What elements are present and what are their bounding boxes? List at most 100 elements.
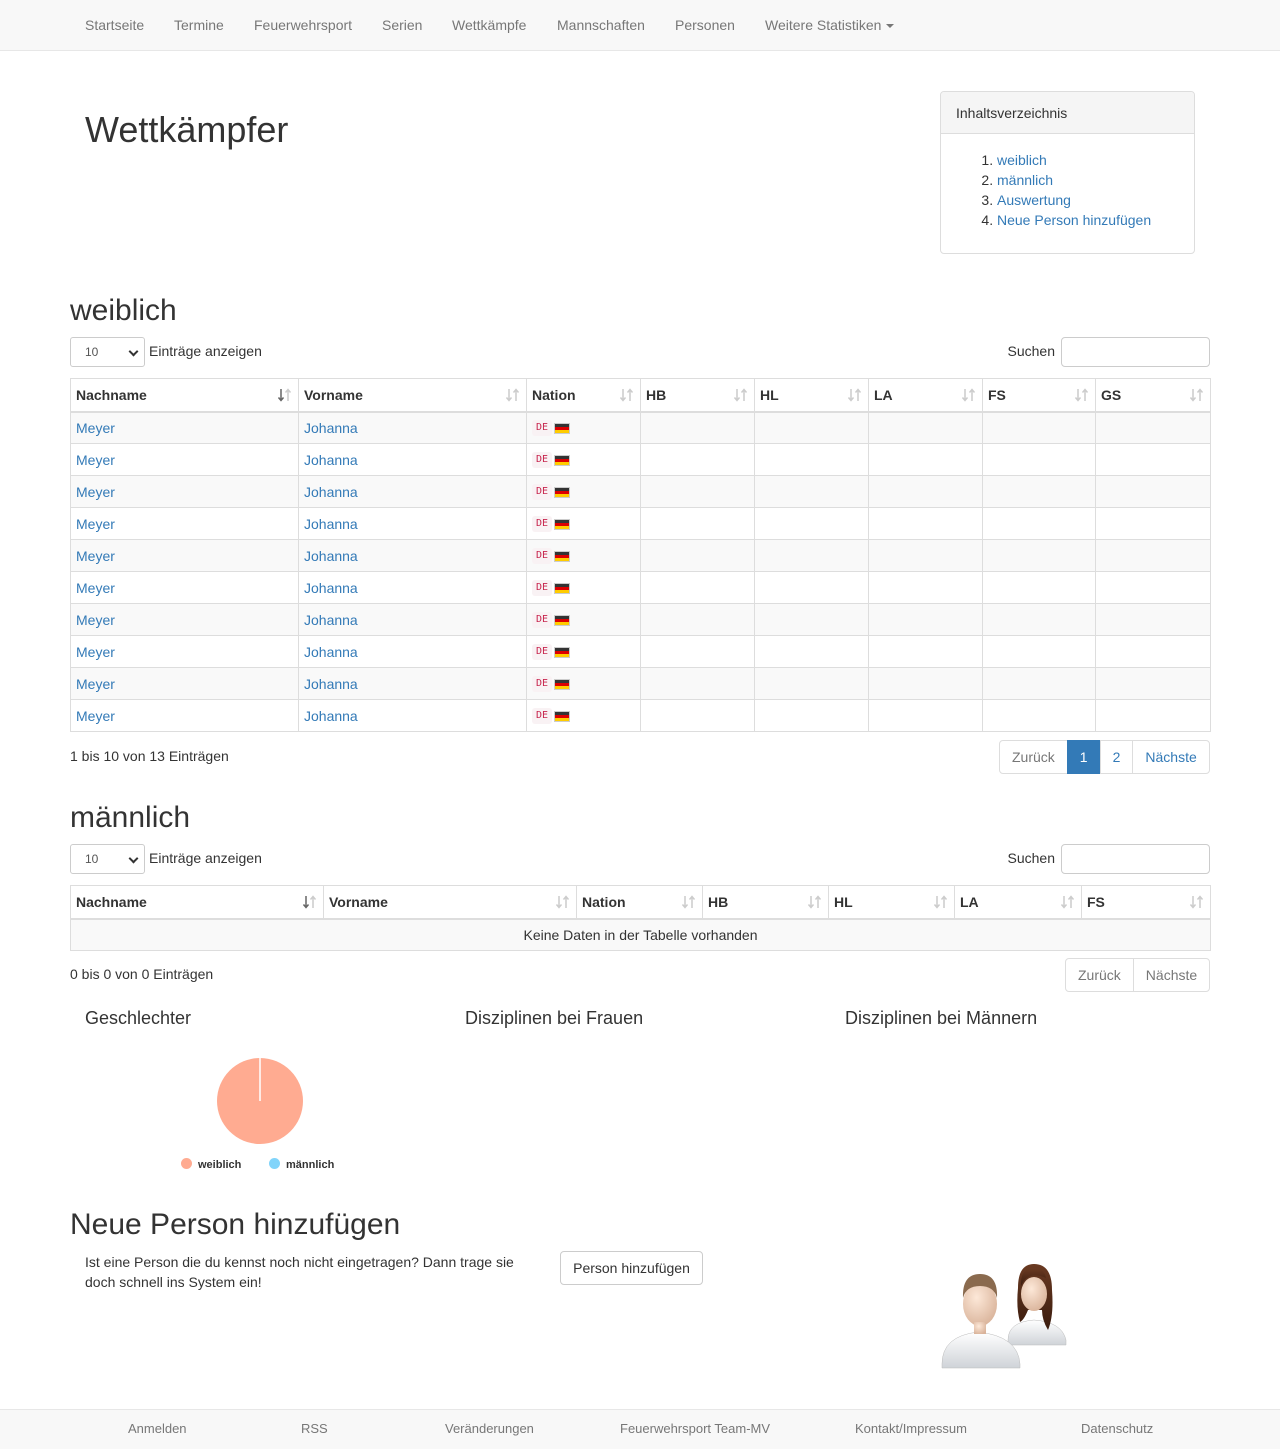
person-firstname-link[interactable]: Johanna	[304, 484, 358, 500]
section-title-neue-person: Neue Person hinzufügen	[70, 1208, 401, 1241]
column-header-nation[interactable]: Nation	[576, 885, 703, 920]
sort-asc-icon	[278, 388, 292, 402]
person-lastname-link[interactable]: Meyer	[76, 516, 115, 532]
table-row: Meyer Johanna DE	[70, 603, 1211, 636]
column-header-vorname[interactable]: Vorname	[298, 378, 527, 413]
nation-code: DE	[532, 644, 553, 661]
nav-serien[interactable]: Serien	[382, 16, 422, 34]
footer-veraenderungen[interactable]: Veränderungen	[445, 1421, 534, 1437]
nation-code-text: DE	[536, 422, 549, 434]
column-header-gs[interactable]: GS	[1095, 378, 1211, 413]
male-length-select[interactable]: 10	[70, 844, 145, 874]
sort-icon	[556, 895, 570, 909]
cell-nation: DE	[526, 507, 641, 540]
nav-weitere-statistiken[interactable]: Weitere Statistiken	[765, 16, 895, 34]
nav-termine[interactable]: Termine	[174, 16, 224, 34]
male-search-input[interactable]	[1061, 844, 1210, 874]
toc-link-weiblich[interactable]: weiblich	[997, 152, 1047, 168]
person-lastname-link[interactable]: Meyer	[76, 612, 115, 628]
female-prev-button[interactable]: Zurück	[999, 740, 1068, 774]
person-firstname-link[interactable]: Johanna	[304, 516, 358, 532]
footer-team-mv[interactable]: Feuerwehrsport Team-MV	[620, 1421, 770, 1437]
footer-kontakt[interactable]: Kontakt/Impressum	[855, 1421, 967, 1437]
column-header-vorname[interactable]: Vorname	[323, 885, 577, 920]
legend-item-maennlich[interactable]: männlich	[269, 1158, 334, 1172]
column-header-hl[interactable]: HL	[828, 885, 955, 920]
toc-panel: Inhaltsverzeichnis weiblich männlich Aus…	[940, 91, 1195, 254]
female-page-2[interactable]: 2	[1099, 740, 1134, 774]
person-firstname-link[interactable]: Johanna	[304, 420, 358, 436]
toc-link-auswertung[interactable]: Auswertung	[997, 192, 1071, 208]
person-firstname-link[interactable]: Johanna	[304, 676, 358, 692]
male-table: Nachname Vorname Nation HB HL LA FS Keine Date…	[70, 885, 1211, 951]
female-table-info: 1 bis 10 von 13 Einträgen	[70, 748, 229, 764]
person-lastname-link[interactable]: Meyer	[76, 548, 115, 564]
male-prev-button[interactable]: Zurück	[1065, 958, 1134, 992]
flag-de-icon	[553, 422, 570, 434]
female-length-select[interactable]: 10	[70, 337, 145, 367]
toc-item: weiblich	[997, 150, 1194, 170]
column-header-nation[interactable]: Nation	[526, 378, 641, 413]
person-lastname-link[interactable]: Meyer	[76, 420, 115, 436]
female-page-1[interactable]: 1	[1066, 740, 1101, 774]
female-length-value: 10	[85, 345, 99, 359]
person-firstname-link[interactable]: Johanna	[304, 548, 358, 564]
footer-rss[interactable]: RSS	[301, 1421, 328, 1437]
nation-code: DE	[532, 676, 553, 693]
person-lastname-link[interactable]: Meyer	[76, 452, 115, 468]
person-lastname-link[interactable]: Meyer	[76, 580, 115, 596]
female-next-button[interactable]: Nächste	[1132, 740, 1210, 774]
person-firstname-link[interactable]: Johanna	[304, 612, 358, 628]
legend-item-weiblich[interactable]: weiblich	[181, 1158, 241, 1172]
column-header-fs[interactable]: FS	[1081, 885, 1211, 920]
cell-nachname: Meyer	[70, 539, 299, 572]
column-header-la[interactable]: LA	[954, 885, 1082, 920]
nav-feuerwehrsport[interactable]: Feuerwehrsport	[254, 16, 352, 34]
cell-hb	[640, 507, 755, 540]
person-lastname-link[interactable]: Meyer	[76, 676, 115, 692]
person-firstname-link[interactable]: Johanna	[304, 580, 358, 596]
person-lastname-link[interactable]: Meyer	[76, 484, 115, 500]
column-header-hb[interactable]: HB	[702, 885, 829, 920]
male-table-header: Nachname Vorname Nation HB HL LA FS	[70, 885, 1211, 920]
column-header-hb[interactable]: HB	[640, 378, 755, 413]
toc-link-maennlich[interactable]: männlich	[997, 172, 1053, 188]
cell-gs	[1095, 603, 1211, 636]
column-header-label: Vorname	[329, 893, 388, 910]
footer-datenschutz[interactable]: Datenschutz	[1081, 1421, 1153, 1437]
caret-down-icon	[886, 24, 895, 29]
column-header-label: FS	[988, 386, 1006, 403]
toc-link-neue-person[interactable]: Neue Person hinzufügen	[997, 212, 1151, 228]
flag-de-icon	[553, 678, 570, 690]
female-search-input[interactable]	[1061, 337, 1210, 367]
cell-hl	[754, 635, 869, 668]
person-firstname-link[interactable]: Johanna	[304, 708, 358, 724]
column-header-nachname[interactable]: Nachname	[70, 378, 299, 413]
nav-mannschaften[interactable]: Mannschaften	[557, 16, 645, 34]
column-header-label: HB	[708, 893, 729, 910]
cell-hl	[754, 443, 869, 476]
nav-personen[interactable]: Personen	[675, 16, 735, 34]
person-lastname-link[interactable]: Meyer	[76, 708, 115, 724]
cell-fs	[982, 411, 1096, 444]
table-row: Meyer Johanna DE	[70, 635, 1211, 668]
add-person-button[interactable]: Person hinzufügen	[560, 1251, 703, 1285]
column-header-label: Vorname	[304, 386, 363, 403]
column-header-la[interactable]: LA	[868, 378, 983, 413]
nav-startseite[interactable]: Startseite	[85, 16, 144, 34]
person-firstname-link[interactable]: Johanna	[304, 452, 358, 468]
footer-anmelden[interactable]: Anmelden	[128, 1421, 187, 1437]
column-header-hl[interactable]: HL	[754, 378, 869, 413]
person-lastname-link[interactable]: Meyer	[76, 644, 115, 660]
male-next-button[interactable]: Nächste	[1132, 958, 1211, 992]
nav-wettkaempfe[interactable]: Wettkämpfe	[452, 16, 526, 34]
cell-la	[868, 667, 983, 700]
add-person-text: Ist eine Person die du kennst noch nicht…	[85, 1254, 514, 1290]
cell-nachname: Meyer	[70, 475, 299, 508]
cell-hb	[640, 411, 755, 444]
table-row: Meyer Johanna DE	[70, 699, 1211, 732]
person-firstname-link[interactable]: Johanna	[304, 644, 358, 660]
column-header-fs[interactable]: FS	[982, 378, 1096, 413]
flag-de-icon	[553, 518, 570, 530]
column-header-nachname[interactable]: Nachname	[70, 885, 324, 920]
